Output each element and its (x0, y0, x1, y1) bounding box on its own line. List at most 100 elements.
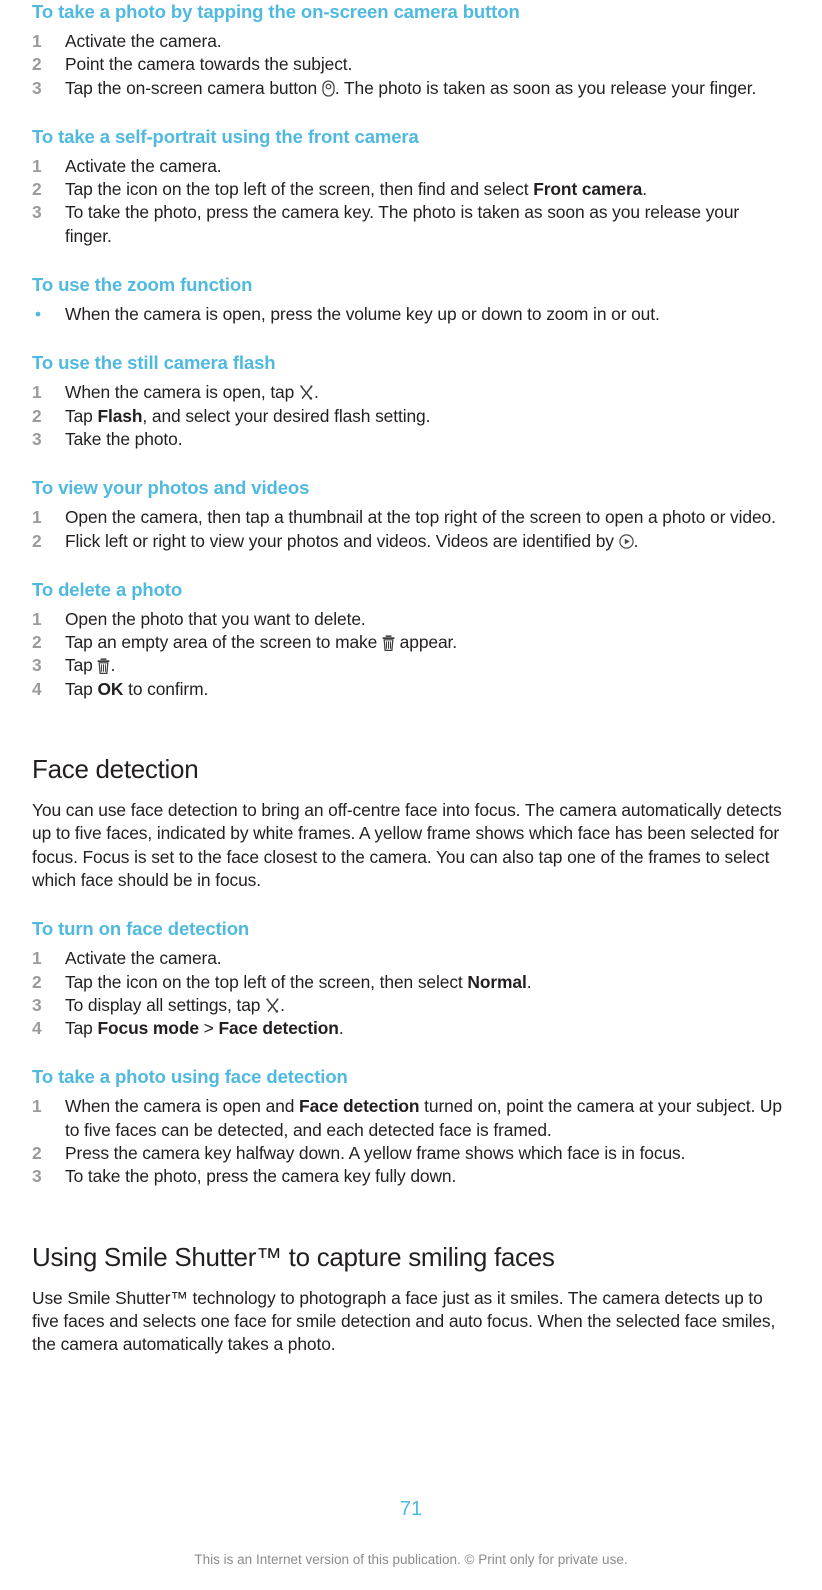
step-text: Tap an empty area of the screen to make … (65, 632, 457, 653)
settings-tools-icon (299, 385, 314, 401)
step-number: 3 (32, 202, 42, 223)
emphasis-text: Normal (467, 971, 527, 992)
emphasis-text: Front camera (533, 179, 643, 200)
step-item: 2 Point the camera towards the subject. (32, 53, 790, 76)
step-number: 1 (32, 948, 42, 969)
trash-icon (97, 658, 110, 675)
step-item: 3 Take the photo. (32, 428, 790, 451)
step-item: 1 When the camera is open and Face detect… (32, 1095, 790, 1142)
section-heading-take-photo-onscreen-button: To take a photo by tapping the on-screen… (32, 1, 520, 22)
step-number: 4 (32, 678, 42, 699)
emphasis-text: Face detection (218, 1018, 339, 1039)
camera-button-icon (322, 79, 335, 97)
step-number: 2 (32, 971, 42, 992)
trash-icon (382, 635, 395, 652)
paragraph-smile-shutter: Use Smile Shutter™ technology to photogr… (32, 1287, 776, 1355)
step-number: 1 (32, 1096, 42, 1117)
page-number: 71 (399, 1498, 423, 1520)
play-circle-icon (618, 533, 634, 549)
emphasis-text: Flash (97, 405, 143, 426)
step-text: When the camera is open, tap . (65, 382, 319, 403)
step-item: 2 Tap Flash, and select your desired flas… (32, 405, 790, 428)
step-text: When the camera is open and Face detecti… (65, 1096, 782, 1140)
step-text: Activate the camera. (65, 948, 222, 969)
step-item: 3 To take the photo, press the camera key… (32, 201, 790, 248)
step-item: 3 To display all settings, tap . (32, 994, 790, 1017)
step-text: Tap Flash, and select your desired flash… (65, 405, 431, 426)
step-number: 1 (32, 608, 42, 629)
step-number: 1 (32, 155, 42, 176)
step-text: To display all settings, tap . (65, 994, 285, 1015)
step-item: 3 Tap the on-screen camera button . The p… (32, 77, 790, 100)
step-item: 3 Tap . (32, 654, 790, 677)
step-item: 2 Tap the icon on the top left of the scr… (32, 971, 790, 994)
step-item: 1 Open the camera, then tap a thumbnail a… (32, 506, 790, 529)
step-list-delete-photo: 1 Open the photo that you want to delete.… (32, 608, 790, 701)
step-text: Take the photo. (65, 428, 183, 449)
step-number: 3 (32, 77, 42, 98)
section-heading-turn-on-face-detection: To turn on face detection (32, 918, 250, 940)
footer-copyright-note: This is an Internet version of this publ… (194, 1552, 628, 1567)
step-list-take-photo-onscreen-button: 1 Activate the camera. 2 Point the camera t… (32, 30, 790, 100)
step-text: Tap . (65, 655, 116, 676)
step-text: Activate the camera. (65, 155, 222, 176)
step-text: Open the photo that you want to delete. (65, 608, 366, 629)
bullet-text: When the camera is open, press the volum… (65, 304, 660, 325)
step-text: To take the photo, press the camera key.… (65, 202, 740, 246)
paragraph-face-detection: You can use face detection to bring an o… (32, 800, 782, 890)
bullet-list-zoom-function: • When the camera is open, press the volu… (32, 303, 790, 326)
step-number: 4 (32, 1018, 42, 1039)
step-text: Open the camera, then tap a thumbnail at… (65, 507, 776, 528)
step-text: Press the camera key halfway down. A yel… (65, 1143, 686, 1164)
step-list-turn-on-face-detection: 1 Activate the camera. 2 Tap the icon on th… (32, 947, 790, 1040)
step-text: Tap the icon on the top left of the scre… (65, 179, 647, 200)
section-heading-zoom-function: To use the zoom function (32, 274, 253, 296)
page-content: To take a photo by tapping the on-screen… (32, 0, 790, 1357)
section-heading-smile-shutter: Using Smile Shutter™ to capture smiling … (32, 1241, 555, 1272)
step-item: 4 Tap OK to confirm. (32, 678, 790, 701)
step-text: Tap the on-screen camera button . The ph… (65, 77, 757, 98)
section-heading-still-camera-flash: To use the still camera flash (32, 352, 276, 374)
step-list-photo-using-face-detection: 1 When the camera is open and Face detect… (32, 1095, 790, 1188)
step-item: 2 Press the camera key halfway down. A ye… (32, 1142, 790, 1165)
step-number: 1 (32, 382, 42, 403)
bullet-marker: • (35, 304, 41, 325)
manual-page: To take a photo by tapping the on-screen… (0, 0, 822, 1590)
step-item: 2 Tap the icon on the top left of the scr… (32, 178, 790, 201)
step-item: 2 Flick left or right to view your photos… (32, 530, 790, 553)
section-heading-delete-photo: To delete a photo (32, 578, 183, 600)
step-list-view-photos-videos: 1 Open the camera, then tap a thumbnail a… (32, 506, 790, 553)
step-item: 2 Tap an empty area of the screen to make… (32, 631, 790, 654)
step-number: 3 (32, 994, 42, 1015)
step-item: 1 Activate the camera. (32, 30, 790, 53)
step-number: 2 (32, 179, 42, 200)
step-number: 3 (32, 655, 42, 676)
bullet-item: • When the camera is open, press the volu… (32, 303, 790, 326)
step-number: 2 (32, 632, 42, 653)
step-item: 1 Open the photo that you want to delete. (32, 608, 790, 631)
step-text: Tap Focus mode > Face detection. (65, 1018, 344, 1039)
step-number: 2 (32, 1143, 42, 1164)
section-heading-face-detection: Face detection (32, 754, 199, 785)
step-item: 4 Tap Focus mode > Face detection. (32, 1017, 790, 1040)
step-list-still-camera-flash: 1 When the camera is open, tap . 2 Tap Flas… (32, 381, 790, 451)
step-number: 1 (32, 31, 42, 51)
step-text: Tap OK to confirm. (65, 678, 209, 699)
step-text: Tap the icon on the top left of the scre… (65, 971, 532, 992)
emphasis-text: OK (97, 678, 124, 699)
step-item: 3 To take the photo, press the camera key… (32, 1165, 790, 1188)
settings-tools-icon (265, 998, 280, 1013)
section-heading-self-portrait: To take a self-portrait using the front … (32, 125, 419, 147)
step-list-self-portrait: 1 Activate the camera. 2 Tap the icon on th… (32, 155, 790, 248)
step-number: 3 (32, 1166, 42, 1187)
step-item: 1 Activate the camera. (32, 947, 790, 970)
step-item: 1 Activate the camera. (32, 155, 790, 178)
step-number: 3 (32, 428, 42, 449)
section-heading-view-photos-videos: To view your photos and videos (32, 477, 310, 499)
section-heading-photo-using-face-detection: To take a photo using face detection (32, 1066, 348, 1088)
emphasis-text: Face detection (299, 1096, 420, 1117)
step-number: 2 (32, 405, 42, 426)
step-text: Activate the camera. (65, 31, 222, 51)
step-number: 1 (32, 507, 42, 528)
step-item: 1 When the camera is open, tap . (32, 381, 790, 404)
